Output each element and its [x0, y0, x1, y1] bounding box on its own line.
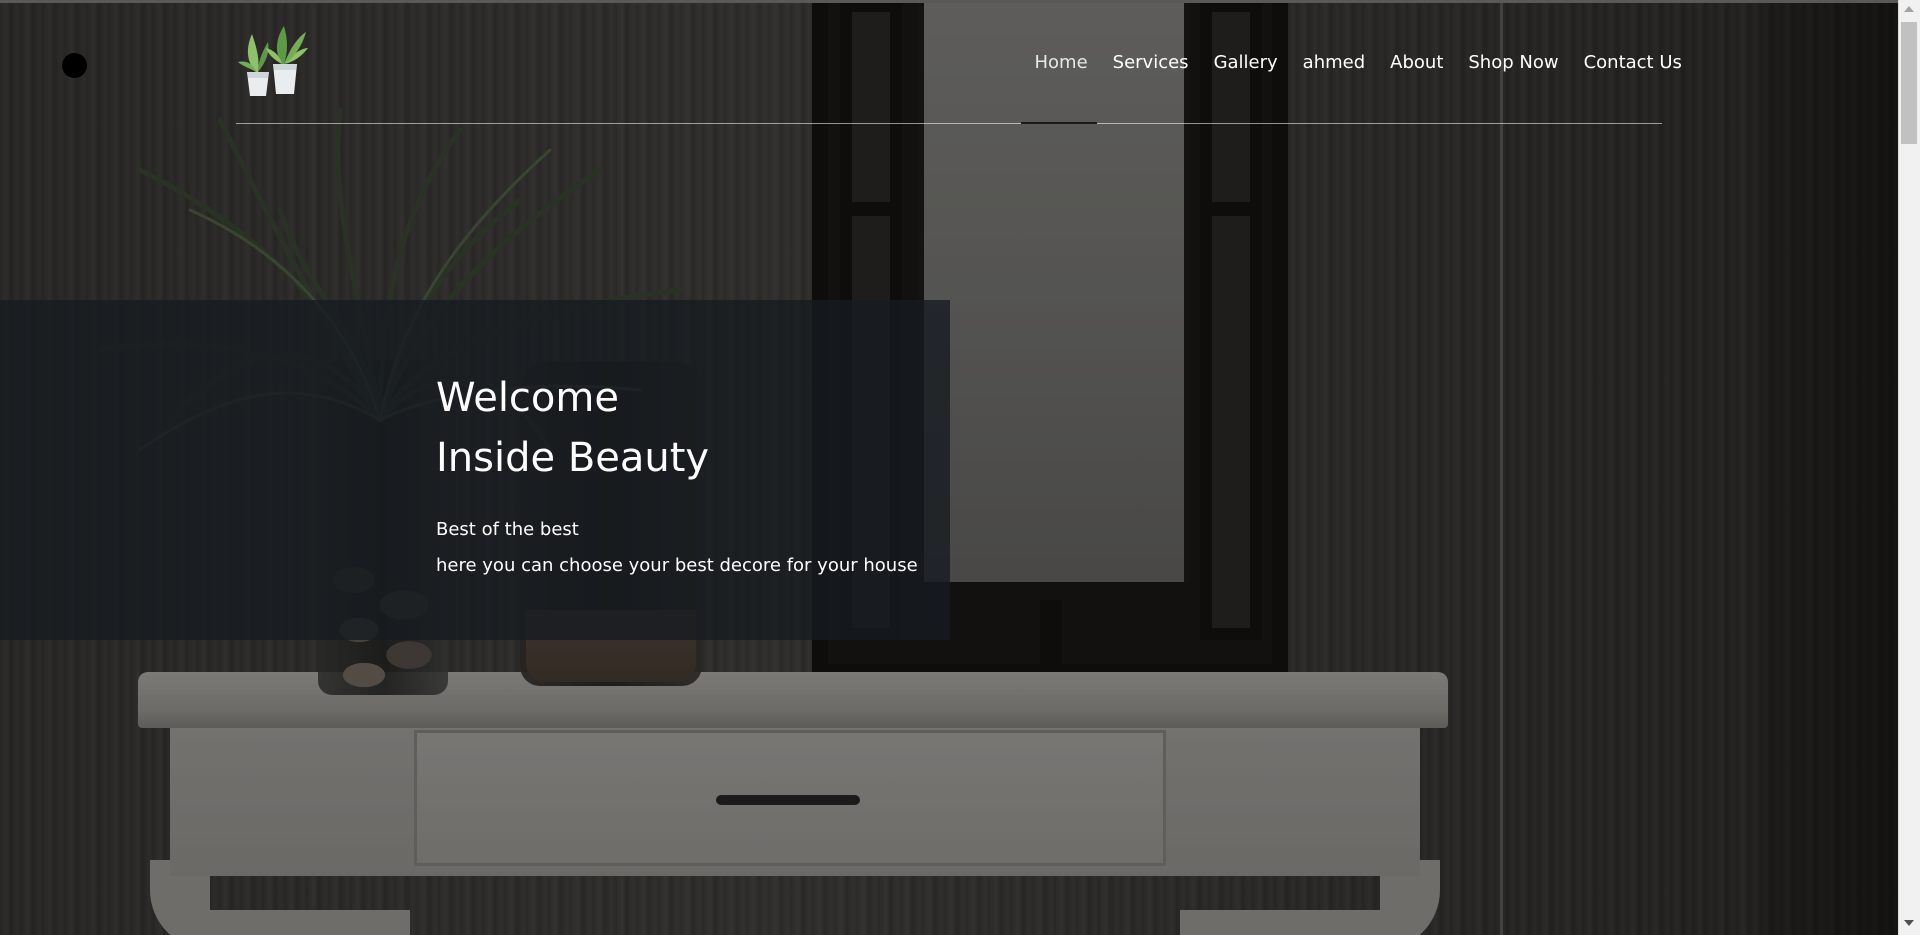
- hero-title-line2: Inside Beauty: [436, 435, 710, 481]
- potted-plants-logo[interactable]: [236, 22, 312, 102]
- nav-home[interactable]: Home: [1022, 52, 1100, 73]
- hero-subtitle-line1: Best of the best: [436, 519, 579, 540]
- nav-shop-now[interactable]: Shop Now: [1456, 52, 1571, 73]
- hero-title: Welcome Inside Beauty: [436, 368, 709, 488]
- hero-subtitle: Best of the best here you can choose you…: [436, 512, 918, 584]
- page: Home Services Gallery ahmed About Shop N…: [0, 0, 1920, 935]
- hero-title-line1: Welcome: [436, 375, 619, 421]
- hero-subtitle-line2: here you can choose your best decore for…: [436, 555, 918, 576]
- nav-divider: [236, 123, 1662, 124]
- scroll-down-arrow-icon[interactable]: [1904, 920, 1914, 926]
- scrollbar-thumb[interactable]: [1901, 22, 1917, 144]
- main-nav: Home Services Gallery ahmed About Shop N…: [1022, 52, 1694, 73]
- nav-services[interactable]: Services: [1100, 52, 1201, 73]
- nav-ahmed[interactable]: ahmed: [1290, 52, 1377, 73]
- nav-active-indicator: [1021, 122, 1097, 124]
- nav-gallery[interactable]: Gallery: [1201, 52, 1290, 73]
- scroll-up-arrow-icon[interactable]: [1904, 6, 1914, 12]
- nav-contact-us[interactable]: Contact Us: [1571, 52, 1694, 73]
- nav-about[interactable]: About: [1378, 52, 1456, 73]
- window-top-edge: [0, 0, 1920, 3]
- menu-dot-icon[interactable]: [62, 53, 87, 78]
